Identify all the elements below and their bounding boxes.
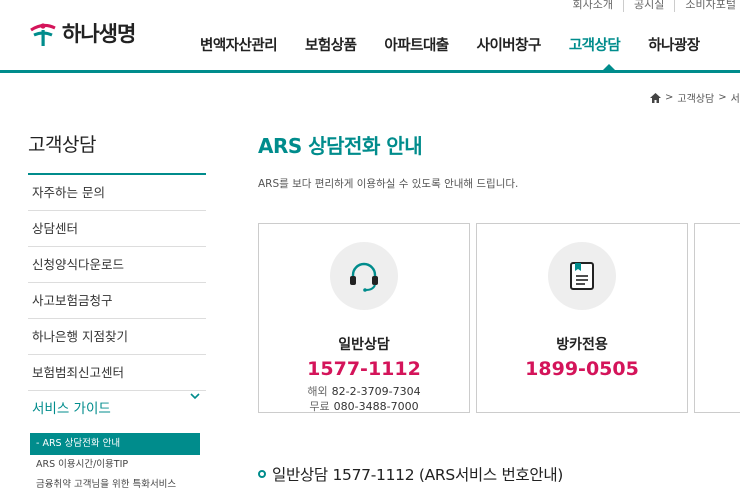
overseas-label: 해외 — [307, 385, 328, 398]
lnb-item-forms[interactable]: 신청양식다운로드 — [28, 247, 206, 283]
card-number[interactable]: 1577-1112 — [259, 358, 469, 380]
brand-logo[interactable]: 하나생명 — [28, 18, 136, 48]
util-link-disclosure[interactable]: 공시실 — [623, 0, 664, 12]
util-link-company[interactable]: 회사소개 — [573, 0, 613, 12]
card-partial — [694, 223, 740, 413]
card-number[interactable]: 1899-0505 — [477, 358, 687, 380]
section-heading: 일반상담 1577-1112 (ARS서비스 번호안내) — [258, 463, 563, 485]
home-icon[interactable] — [650, 92, 661, 103]
lnb-item-claim[interactable]: 사고보험금청구 — [28, 283, 206, 319]
utility-nav: 회사소개 공시실 소비자포털 — [573, 0, 736, 12]
lnb-item-branch[interactable]: 하나은행 지점찾기 — [28, 319, 206, 355]
sub-item-ars-guide[interactable]: - ARS 상담전화 안내 — [30, 433, 200, 455]
side-submenu: - ARS 상담전화 안내 ARS 이용시간/이용TIP 금융취약 고객님을 위… — [30, 433, 200, 495]
nav-cyber-window[interactable]: 사이버창구 — [477, 34, 542, 55]
nav-hana-plaza[interactable]: 하나광장 — [648, 34, 700, 55]
bullet-icon — [258, 470, 266, 478]
chevron-down-icon — [190, 393, 200, 400]
sub-item-ars-time[interactable]: ARS 이용시간/이용TIP — [30, 455, 200, 475]
lnb-item-faq[interactable]: 자주하는 문의 — [28, 175, 206, 211]
free-number: 080-3488-7000 — [333, 400, 419, 413]
card-general: 일반상담 1577-1112 해외 82-2-3709-7304 무료 080-34… — [258, 223, 470, 413]
card-icon-wrap — [330, 242, 398, 310]
section-title: 일반상담 1577-1112 (ARS서비스 번호안내) — [272, 466, 564, 484]
lnb-item-service-guide[interactable]: 서비스 가이드 — [28, 391, 206, 427]
main-nav: 변액자산관리 보험상품 아파트대출 사이버창구 고객상담 하나광장 — [200, 34, 728, 55]
card-name: 일반상담 — [338, 337, 390, 353]
side-menu: 자주하는 문의 상담센터 신청양식다운로드 사고보험금청구 하나은행 지점찾기 … — [28, 173, 206, 427]
nav-variable-asset[interactable]: 변액자산관리 — [200, 34, 278, 55]
breadcrumb: > 고객상담 > 서비스 — [650, 90, 740, 105]
lnb-item-center[interactable]: 상담센터 — [28, 211, 206, 247]
headset-icon — [350, 262, 378, 292]
document-icon — [570, 262, 594, 290]
breadcrumb-sep: > — [665, 92, 674, 103]
breadcrumb-sep: > — [718, 92, 727, 103]
lnb-item-fraud[interactable]: 보험범죄신고센터 — [28, 355, 206, 391]
brand-name: 하나생명 — [62, 22, 136, 46]
sub-item-vulnerable[interactable]: 금융취약 고객님을 위한 특화서비스 — [30, 475, 200, 495]
card-name: 방카전용 — [556, 337, 608, 353]
page-title: ARS 상담전화 안내 — [258, 134, 423, 158]
page-description: ARS를 보다 편리하게 이용하실 수 있도록 안내해 드립니다. — [258, 178, 519, 190]
breadcrumb-item[interactable]: 서비스 — [731, 90, 740, 105]
card-icon-wrap — [548, 242, 616, 310]
util-link-consumer[interactable]: 소비자포털 — [674, 0, 736, 12]
nav-insurance[interactable]: 보험상품 — [305, 34, 357, 55]
card-overseas: 해외 82-2-3709-7304 — [259, 384, 469, 399]
overseas-number: 82-2-3709-7304 — [331, 385, 421, 398]
nav-customer-service[interactable]: 고객상담 — [569, 34, 621, 55]
card-bancassurance: 방카전용 1899-0505 — [476, 223, 688, 413]
lnb-title: 고객상담 — [28, 134, 96, 156]
free-label: 무료 — [309, 400, 330, 413]
breadcrumb-item[interactable]: 고객상담 — [677, 90, 714, 105]
header-divider — [0, 70, 740, 73]
card-free: 무료 080-3488-7000 — [259, 399, 469, 414]
lnb-guide-label: 서비스 가이드 — [32, 401, 111, 417]
nav-apartment-loan[interactable]: 아파트대출 — [384, 34, 449, 55]
hana-logo-icon — [30, 23, 56, 46]
